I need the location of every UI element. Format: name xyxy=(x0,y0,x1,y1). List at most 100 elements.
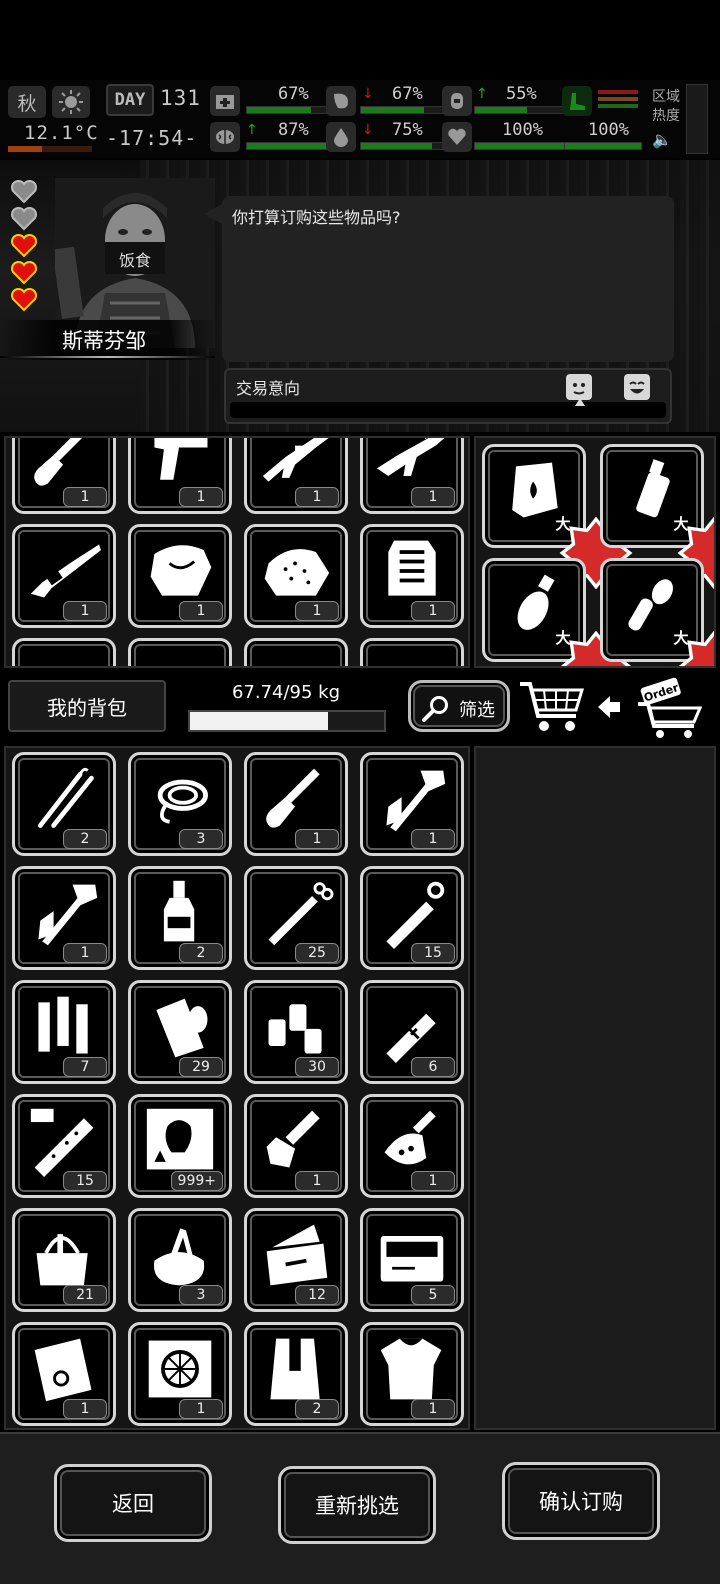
large-size-badge: 大 xyxy=(547,623,632,666)
temperature-readout: 12.1°C xyxy=(24,122,99,144)
shop-item-slot-partial[interactable] xyxy=(360,638,464,666)
backpack-item-slot[interactable]: 1 xyxy=(244,1094,348,1198)
item-count-badge: 25 xyxy=(295,943,339,963)
day-label-box: DAY xyxy=(106,84,154,116)
backpack-item-slot[interactable]: 1 xyxy=(12,866,116,970)
axe-icon xyxy=(38,884,98,946)
season-indicator: 秋 xyxy=(8,86,46,118)
backpack-item-slot[interactable]: 2 xyxy=(128,866,232,970)
shop-item-slot-partial[interactable] xyxy=(12,638,116,666)
stamina-value: 55% xyxy=(506,84,537,104)
syringe-icon xyxy=(268,882,334,946)
backpack-toolbar: 我的背包 67.74/95 kg 筛选 Order xyxy=(0,672,720,742)
backpack-item-slot[interactable]: 999+ xyxy=(128,1094,232,1198)
weight-readout: 67.74/95 kg xyxy=(231,682,341,703)
brain-icon xyxy=(210,122,240,152)
bottle-icon xyxy=(163,880,195,942)
season-label: 秋 xyxy=(17,92,37,115)
item-count-badge: 1 xyxy=(295,601,339,621)
assault-rifle-icon xyxy=(376,438,445,476)
neutral-face-icon xyxy=(566,374,592,400)
order-item-slot[interactable]: 大 xyxy=(600,444,714,589)
shop-item-slot[interactable]: 1 xyxy=(128,524,232,628)
stamina-bar xyxy=(474,106,570,114)
shovel-icon xyxy=(266,768,320,828)
backpack-item-slot[interactable]: 1 xyxy=(360,1094,464,1198)
backpack-item-slot[interactable]: 25 xyxy=(244,866,348,970)
shop-item-slot[interactable]: 1 xyxy=(360,524,464,628)
item-count-badge: 1 xyxy=(179,601,223,621)
lockpick-icon xyxy=(37,767,94,828)
mood-trend-up-icon: ↑ xyxy=(246,122,258,138)
rifle-icon xyxy=(262,438,329,482)
order-item-slot[interactable]: 大 xyxy=(482,444,633,589)
heart-filled-icon xyxy=(10,233,38,258)
vaccine-tube-icon xyxy=(30,1108,94,1177)
item-count-badge: 1 xyxy=(63,943,107,963)
shop-item-slot[interactable]: 1 xyxy=(12,438,116,514)
backpack-item-slot[interactable]: 1 xyxy=(12,1322,116,1426)
blueprint-icon xyxy=(34,1338,92,1402)
item-count-badge: 1 xyxy=(411,829,455,849)
confirm-order-button[interactable]: 确认订购 xyxy=(502,1462,660,1540)
stomach-icon xyxy=(326,86,356,116)
order-item-slot[interactable]: 大 xyxy=(482,558,632,666)
key-icon xyxy=(266,1110,320,1168)
padded-armor-icon xyxy=(264,549,330,596)
shop-item-grid[interactable]: 1 1 1 1 1 1 1 1 xyxy=(4,436,470,668)
zone-heat-bars xyxy=(598,90,638,114)
trade-intent-panel: 交易意向 xyxy=(224,368,672,424)
item-count-badge: 1 xyxy=(295,1171,339,1191)
filter-button[interactable]: 筛选 xyxy=(408,680,510,732)
cart-icon[interactable] xyxy=(518,680,586,736)
confirm-order-button-label: 确认订购 xyxy=(539,1490,623,1514)
shop-item-slot[interactable]: 1 xyxy=(244,524,348,628)
backpack-item-slot[interactable]: 29 xyxy=(128,980,232,1084)
backpack-item-slot[interactable]: 3 xyxy=(128,752,232,856)
shop-item-slot[interactable]: 1 xyxy=(360,438,464,514)
shop-item-slot[interactable]: 1 xyxy=(128,438,232,514)
stamina-icon xyxy=(442,86,472,116)
item-count-badge: 2 xyxy=(295,1399,339,1419)
shop-item-slot-partial[interactable] xyxy=(244,638,348,666)
backpack-item-slot[interactable]: 1 xyxy=(128,1322,232,1426)
item-count-badge: 5 xyxy=(411,1285,455,1305)
shop-item-slot-partial[interactable] xyxy=(128,638,232,666)
backpack-item-grid[interactable]: 2 3 1 1 1 2 25 15 7 29 30 6 15 999+ 1 1 21 3 12 5 1 1 2 1 xyxy=(4,746,470,1430)
order-item-grid[interactable]: 大大大大 xyxy=(474,436,716,668)
heart-value: 100% xyxy=(502,120,543,140)
day-label: DAY xyxy=(114,90,146,110)
backpack-item-slot[interactable]: 1 xyxy=(360,1322,464,1426)
order-item-slot[interactable]: 大 xyxy=(600,558,714,666)
backpack-item-slot[interactable]: 15 xyxy=(12,1094,116,1198)
sound-icon[interactable]: 🔈 xyxy=(652,130,672,149)
large-size-badge: 大 xyxy=(547,509,633,589)
backpack-item-slot[interactable]: 1 xyxy=(360,752,464,856)
backpack-item-slot[interactable]: 30 xyxy=(244,980,348,1084)
shop-item-slot[interactable]: 1 xyxy=(244,438,348,514)
heart-stat-icon xyxy=(442,122,472,152)
backpack-item-slot[interactable]: 2 xyxy=(244,1322,348,1426)
zombie-card-icon xyxy=(146,1108,214,1170)
name-divider xyxy=(0,356,215,358)
backpack-item-slot[interactable]: 6 xyxy=(360,980,464,1084)
item-count-badge: 6 xyxy=(411,1057,455,1077)
item-count-badge: 1 xyxy=(63,487,107,507)
backpack-item-slot[interactable]: 15 xyxy=(360,866,464,970)
reselect-button[interactable]: 重新挑选 xyxy=(278,1466,436,1544)
backpack-item-slot[interactable]: 1 xyxy=(244,752,348,856)
backpack-item-slot[interactable]: 12 xyxy=(244,1208,348,1312)
order-cart-icon[interactable]: Order xyxy=(634,674,714,740)
backpack-item-slot[interactable]: 21 xyxy=(12,1208,116,1312)
reselect-button-label: 重新挑选 xyxy=(315,1494,399,1518)
item-count-badge: 2 xyxy=(179,943,223,963)
back-button[interactable]: 返回 xyxy=(54,1464,212,1542)
backpack-item-slot[interactable]: 5 xyxy=(360,1208,464,1312)
backpack-item-slot[interactable]: 3 xyxy=(128,1208,232,1312)
affection-hearts xyxy=(10,179,42,315)
backpack-item-slot[interactable]: 2 xyxy=(12,752,116,856)
toolbox-icon xyxy=(266,1224,328,1286)
backpack-item-slot[interactable]: 7 xyxy=(12,980,116,1084)
shop-item-slot[interactable]: 1 xyxy=(12,524,116,628)
heart-empty-icon xyxy=(10,179,38,204)
